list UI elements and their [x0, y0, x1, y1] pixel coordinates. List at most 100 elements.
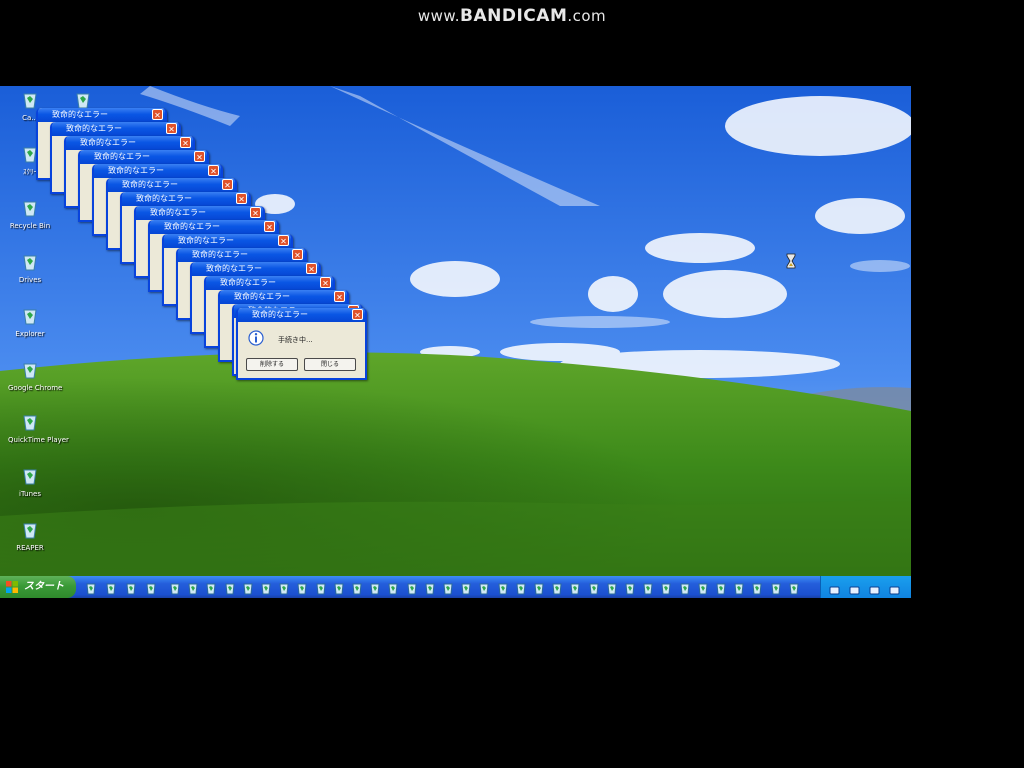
close-icon[interactable]: ✕ — [306, 263, 317, 274]
taskbar-item-icon[interactable] — [787, 580, 801, 595]
taskbar-item-icon[interactable] — [350, 580, 364, 595]
close-icon[interactable]: ✕ — [236, 193, 247, 204]
taskbar-item-icon[interactable] — [277, 580, 291, 595]
taskbar-item-icon[interactable] — [332, 580, 346, 595]
info-icon — [248, 330, 264, 346]
close-icon[interactable]: ✕ — [278, 235, 289, 246]
taskbar-item-icon[interactable] — [314, 580, 328, 595]
close-icon[interactable]: ✕ — [208, 165, 219, 176]
desktop-icon[interactable]: Recycle Bin — [8, 198, 52, 231]
taskbar-item-icon[interactable] — [732, 580, 746, 595]
taskbar-item-icon[interactable] — [295, 580, 309, 595]
dialog-titlebar[interactable]: 致命的なエラー ✕ — [136, 206, 263, 220]
taskbar-item-icon[interactable] — [641, 580, 655, 595]
close-button[interactable]: 閉じる — [304, 358, 356, 371]
taskbar-item-icon[interactable] — [496, 580, 510, 595]
system-tray — [820, 576, 911, 598]
dialog-title: 致命的なエラー — [108, 166, 164, 175]
dialog-titlebar[interactable]: 致命的なエラー ✕ — [192, 262, 319, 276]
dialog-titlebar[interactable]: 致命的なエラー ✕ — [178, 248, 305, 262]
taskbar-item-icon[interactable] — [441, 580, 455, 595]
tray-icon[interactable] — [829, 581, 840, 595]
taskbar-item-icon[interactable] — [750, 580, 764, 595]
desktop-icon[interactable]: Drives — [8, 252, 52, 285]
taskbar-item-icon[interactable] — [623, 580, 637, 595]
taskbar-item-icon[interactable] — [459, 580, 473, 595]
taskbar-item-icon[interactable] — [550, 580, 564, 595]
recycle-bin-icon — [23, 201, 37, 217]
taskbar-item-icon[interactable] — [477, 580, 491, 595]
taskbar-item-icon[interactable] — [714, 580, 728, 595]
dialog-title: 致命的なエラー — [150, 208, 206, 217]
taskbar-item-icon[interactable] — [241, 580, 255, 595]
taskbar-item-icon[interactable] — [423, 580, 437, 595]
close-icon[interactable]: ✕ — [292, 249, 303, 260]
dialog-titlebar[interactable]: 致命的なエラー ✕ — [66, 136, 193, 150]
taskbar-item-icon[interactable] — [223, 580, 237, 595]
taskbar-item-icon[interactable] — [659, 580, 673, 595]
dialog-titlebar[interactable]: 致命的なエラー ✕ — [238, 308, 365, 322]
close-icon[interactable]: ✕ — [264, 221, 275, 232]
dialog-titlebar[interactable]: 致命的なエラー ✕ — [150, 220, 277, 234]
taskbar-item-icon[interactable] — [532, 580, 546, 595]
quick-launch-icon[interactable] — [104, 580, 118, 595]
desktop-icon[interactable]: iTunes — [8, 466, 52, 499]
desktop-icon-label: iTunes — [19, 490, 41, 498]
tray-icon[interactable] — [869, 581, 880, 595]
taskbar-item-icon[interactable] — [605, 580, 619, 595]
close-icon[interactable]: ✕ — [222, 179, 233, 190]
quick-launch-icon[interactable] — [124, 580, 138, 595]
taskbar-item-icon[interactable] — [405, 580, 419, 595]
close-icon[interactable]: ✕ — [334, 291, 345, 302]
taskbar-item-icon[interactable] — [386, 580, 400, 595]
dialog-title: 致命的なエラー — [164, 222, 220, 231]
dialog-titlebar[interactable]: 致命的なエラー ✕ — [206, 276, 333, 290]
taskbar-item-icon[interactable] — [696, 580, 710, 595]
desktop-icon[interactable]: QuickTime Player — [8, 412, 69, 445]
tray-icon[interactable] — [889, 581, 900, 595]
dialog-titlebar[interactable]: 致命的なエラー ✕ — [108, 178, 235, 192]
taskbar-item-icon[interactable] — [678, 580, 692, 595]
delete-button[interactable]: 削除する — [246, 358, 298, 371]
taskbar-item-icon[interactable] — [186, 580, 200, 595]
taskbar-item-icon[interactable] — [568, 580, 582, 595]
taskbar-item-icon[interactable] — [204, 580, 218, 595]
desktop-icon[interactable]: REAPER — [8, 520, 52, 553]
taskbar-item-icon[interactable] — [168, 580, 182, 595]
taskbar-item-icon[interactable] — [587, 580, 601, 595]
dialog-title: 致命的なエラー — [136, 194, 192, 203]
dialog-titlebar[interactable]: 致命的なエラー ✕ — [38, 108, 165, 122]
close-icon[interactable]: ✕ — [352, 309, 363, 320]
dialog-message: 手続き中... — [278, 336, 313, 344]
windows-logo-icon — [6, 581, 18, 593]
taskbar-item-icon[interactable] — [769, 580, 783, 595]
tray-icon[interactable] — [849, 581, 860, 595]
dialog-title: 致命的なエラー — [220, 278, 276, 287]
quick-launch-icon[interactable] — [144, 580, 158, 595]
recycle-bin-icon — [23, 93, 37, 109]
taskbar-item-icon[interactable] — [514, 580, 528, 595]
taskbar-item-icon[interactable] — [368, 580, 382, 595]
desktop-icon[interactable]: Google Chrome — [8, 360, 63, 393]
dialog-titlebar[interactable]: 致命的なエラー ✕ — [94, 164, 221, 178]
recycle-bin-icon — [23, 415, 37, 431]
taskbar-item-icon[interactable] — [259, 580, 273, 595]
close-icon[interactable]: ✕ — [166, 123, 177, 134]
quick-launch-icon[interactable] — [84, 580, 98, 595]
desktop-icon-label: Google Chrome — [8, 384, 63, 392]
dialog-title: 致命的なエラー — [52, 110, 108, 119]
close-icon[interactable]: ✕ — [194, 151, 205, 162]
recycle-bin-icon — [23, 363, 37, 379]
dialog-titlebar[interactable]: 致命的なエラー ✕ — [220, 290, 347, 304]
dialog-titlebar[interactable]: 致命的なエラー ✕ — [122, 192, 249, 206]
error-dialog-front[interactable]: 致命的なエラー ✕ 手続き中... 削除する 閉じる — [236, 308, 367, 380]
dialog-titlebar[interactable]: 致命的なエラー ✕ — [164, 234, 291, 248]
close-icon[interactable]: ✕ — [180, 137, 191, 148]
dialog-titlebar[interactable]: 致命的なエラー ✕ — [52, 122, 179, 136]
start-button[interactable]: スタート — [0, 576, 76, 598]
close-icon[interactable]: ✕ — [152, 109, 163, 120]
close-icon[interactable]: ✕ — [250, 207, 261, 218]
close-icon[interactable]: ✕ — [320, 277, 331, 288]
desktop-icon[interactable]: Explorer — [8, 306, 52, 339]
dialog-titlebar[interactable]: 致命的なエラー ✕ — [80, 150, 207, 164]
